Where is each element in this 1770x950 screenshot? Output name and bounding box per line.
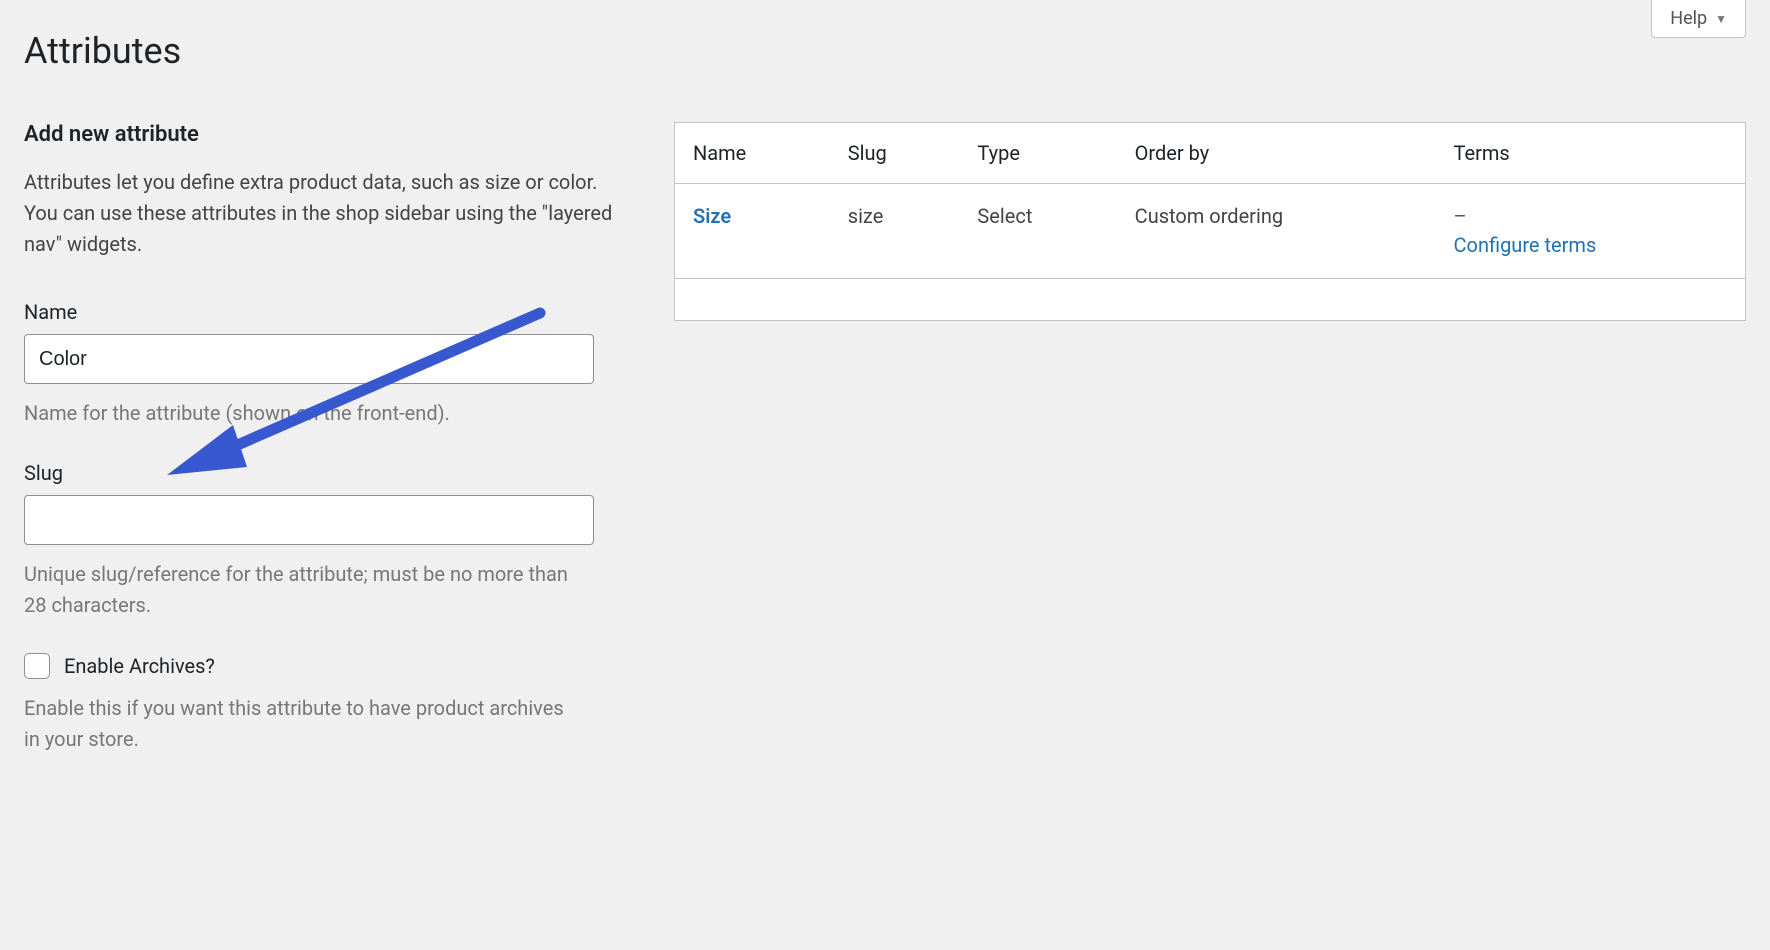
slug-label: Slug bbox=[24, 461, 634, 485]
th-slug[interactable]: Slug bbox=[830, 123, 960, 184]
page-title: Attributes bbox=[24, 0, 1746, 72]
slug-help: Unique slug/reference for the attribute;… bbox=[24, 559, 584, 621]
help-toggle[interactable]: Help ▼ bbox=[1651, 0, 1746, 38]
name-input[interactable] bbox=[24, 334, 594, 384]
terms-dash: – bbox=[1454, 204, 1467, 228]
add-attribute-form: Add new attribute Attributes let you def… bbox=[24, 122, 634, 787]
chevron-down-icon: ▼ bbox=[1715, 12, 1727, 26]
th-name[interactable]: Name bbox=[675, 123, 830, 184]
name-help: Name for the attribute (shown on the fro… bbox=[24, 398, 584, 429]
table-row: Size size Select Custom ordering – Confi… bbox=[675, 184, 1746, 279]
enable-archives-checkbox[interactable] bbox=[24, 653, 50, 679]
help-label: Help bbox=[1670, 8, 1707, 29]
attr-order-by: Custom ordering bbox=[1117, 184, 1436, 279]
name-label: Name bbox=[24, 300, 634, 324]
th-order-by[interactable]: Order by bbox=[1117, 123, 1436, 184]
form-intro: Attributes let you define extra product … bbox=[24, 167, 634, 260]
th-type[interactable]: Type bbox=[959, 123, 1116, 184]
table-footer bbox=[675, 279, 1746, 321]
enable-archives-help: Enable this if you want this attribute t… bbox=[24, 693, 584, 755]
attr-slug: size bbox=[830, 184, 960, 279]
configure-terms-link[interactable]: Configure terms bbox=[1454, 233, 1597, 257]
attr-type: Select bbox=[959, 184, 1116, 279]
attributes-table-container: Name Slug Type Order by Terms Size size … bbox=[674, 122, 1746, 787]
slug-input[interactable] bbox=[24, 495, 594, 545]
attributes-table: Name Slug Type Order by Terms Size size … bbox=[674, 122, 1746, 321]
th-terms[interactable]: Terms bbox=[1436, 123, 1746, 184]
enable-archives-label[interactable]: Enable Archives? bbox=[64, 654, 215, 678]
form-heading: Add new attribute bbox=[24, 122, 634, 147]
attr-name-link[interactable]: Size bbox=[693, 204, 731, 228]
